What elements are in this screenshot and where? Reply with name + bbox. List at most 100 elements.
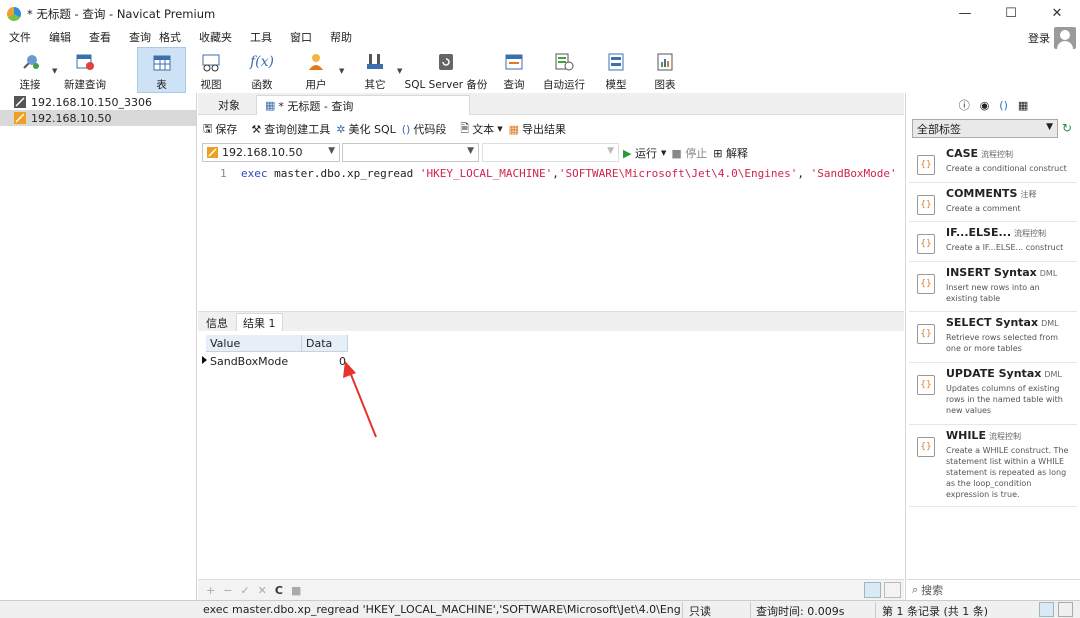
snippet-icon: {} xyxy=(917,195,935,215)
grid-icon[interactable]: ▦ xyxy=(1018,99,1028,112)
eye-icon[interactable]: ◉ xyxy=(980,99,990,112)
run-button[interactable]: ▶ 运行 xyxy=(623,145,657,161)
add-record-button[interactable]: + xyxy=(206,584,215,597)
menu-tools[interactable]: 工具 xyxy=(241,29,281,45)
editor-tabs: 对象 ▦ * 无标题 - 查询 xyxy=(198,93,904,115)
function-icon: f(x) xyxy=(250,54,275,70)
beautify-sql-button[interactable]: ✲ 美化 SQL xyxy=(336,121,395,137)
database-select[interactable]: ▼ xyxy=(342,143,479,162)
explain-button[interactable]: ⊞ 解释 xyxy=(713,145,748,161)
view-button[interactable]: 视图 xyxy=(192,47,230,93)
connect-button[interactable]: 连接 xyxy=(8,47,52,93)
snippet-update[interactable]: {} UPDATE Syntax DML Updates columns of e… xyxy=(909,363,1077,425)
chart-icon xyxy=(654,51,676,73)
snippet-panel: ⓘ ◉ () ▦ 全部标签 ▼ ↻ {} CASE 流程控制 Create a c… xyxy=(905,93,1080,600)
automation-button[interactable]: 自动运行 xyxy=(541,47,587,93)
stop-loading-button[interactable]: ■ xyxy=(291,584,301,597)
server-disconnected-icon xyxy=(14,96,26,108)
tab-query[interactable]: ▦ * 无标题 - 查询 xyxy=(256,95,470,115)
cell-data[interactable]: 0 xyxy=(302,352,348,370)
query-toolbar: 🖫 保存 ⚒ 查询创建工具 ✲ 美化 SQL () 代码段 🗎 文本 ▼ ▦ 导出结果 xyxy=(198,118,904,140)
grid-view-icon[interactable] xyxy=(864,582,881,598)
connection-item[interactable]: 192.168.10.150_3306 xyxy=(0,94,196,110)
model-icon xyxy=(605,51,627,73)
maximize-button[interactable]: ☐ xyxy=(988,0,1034,27)
table-icon xyxy=(151,52,173,73)
cell-value[interactable]: SandBoxMode xyxy=(206,352,302,370)
snippet-select[interactable]: {} SELECT Syntax DML Retrieve rows select… xyxy=(909,312,1077,363)
snippet-while[interactable]: {} WHILE 流程控制 Create a WHILE construct. T… xyxy=(909,425,1077,507)
column-header-data[interactable]: Data xyxy=(302,335,348,352)
menu-favorites[interactable]: 收藏夹 xyxy=(190,29,241,45)
menu-edit[interactable]: 编辑 xyxy=(40,29,80,45)
braces-icon[interactable]: () xyxy=(999,99,1008,112)
connect-dropdown-icon[interactable]: ▼ xyxy=(52,67,57,75)
result-tabs: 信息 结果 1 xyxy=(198,311,904,332)
connection-item-selected[interactable]: 192.168.10.50 xyxy=(0,110,196,126)
discard-changes-button[interactable]: ✕ xyxy=(258,584,267,597)
other-dropdown-icon[interactable]: ▼ xyxy=(397,67,402,75)
query-button[interactable]: 查询 xyxy=(494,47,534,93)
refresh-icon[interactable]: ↻ xyxy=(1062,121,1072,135)
user-button[interactable]: 用户 xyxy=(297,47,335,93)
status-sql: exec master.dbo.xp_regread 'HKEY_LOCAL_M… xyxy=(203,603,681,616)
sql-server-backup-button[interactable]: SQL Server 备份 xyxy=(404,47,488,93)
save-icon: 🖫 xyxy=(203,121,213,135)
connection-select[interactable]: 192.168.10.50 ▼ xyxy=(202,143,340,162)
tab-result-1[interactable]: 结果 1 xyxy=(236,313,283,332)
close-button[interactable]: ✕ xyxy=(1034,0,1080,27)
menu-format[interactable]: 格式 xyxy=(155,29,190,45)
panel-left-icon[interactable] xyxy=(1039,602,1054,617)
status-query-time: 查询时间: 0.009s xyxy=(756,605,845,618)
sql-server-icon xyxy=(207,147,218,158)
model-button[interactable]: 模型 xyxy=(597,47,635,93)
new-query-icon xyxy=(74,51,96,73)
save-button[interactable]: 🖫 保存 xyxy=(203,120,237,139)
stop-button[interactable]: ■ 停止 xyxy=(671,145,707,161)
apply-changes-button[interactable]: ✓ xyxy=(240,584,249,597)
table-button[interactable]: 表 xyxy=(137,47,186,93)
chart-button[interactable]: 图表 xyxy=(646,47,684,93)
sql-editor[interactable]: 1 exec master.dbo.xp_regread 'HKEY_LOCAL… xyxy=(198,164,904,310)
panel-right-icon[interactable] xyxy=(1058,602,1073,617)
menu-window[interactable]: 窗口 xyxy=(281,29,321,45)
menu-help[interactable]: 帮助 xyxy=(321,29,361,45)
tab-info[interactable]: 信息 xyxy=(200,313,234,332)
menu-view[interactable]: 查看 xyxy=(80,29,120,45)
minimize-button[interactable]: — xyxy=(942,0,988,27)
line-gutter: 1 xyxy=(198,164,230,310)
chevron-down-icon: ▼ xyxy=(328,146,335,156)
info-icon[interactable]: ⓘ xyxy=(959,97,970,113)
function-button[interactable]: f(x) 函数 xyxy=(243,47,281,93)
export-results-button[interactable]: ▦ 导出结果 xyxy=(509,121,566,137)
braces-icon: () xyxy=(401,122,411,136)
snippet-button[interactable]: () 代码段 xyxy=(402,121,447,137)
menu-query[interactable]: 查询 xyxy=(120,29,155,45)
snippet-comments[interactable]: {} COMMENTS 注释 Create a comment xyxy=(909,183,1077,222)
login-link[interactable]: 登录 xyxy=(1028,30,1050,46)
form-view-icon[interactable] xyxy=(884,582,901,598)
query-builder-button[interactable]: ⚒ 查询创建工具 xyxy=(251,121,330,137)
snippet-insert[interactable]: {} INSERT Syntax DML Insert new rows into… xyxy=(909,262,1077,312)
snippet-search[interactable]: ⌕ 搜索 xyxy=(906,579,1080,600)
user-dropdown-icon[interactable]: ▼ xyxy=(339,67,344,75)
text-button[interactable]: 🗎 文本 ▼ xyxy=(460,120,502,139)
query-icon xyxy=(503,51,525,73)
snippet-if-else[interactable]: {} IF...ELSE... 流程控制 Create a IF...ELSE..… xyxy=(909,222,1077,262)
text-dropdown-icon: ▼ xyxy=(497,125,503,133)
refresh-button[interactable]: C xyxy=(275,584,283,597)
other-button[interactable]: 其它 xyxy=(356,47,394,93)
avatar[interactable] xyxy=(1054,27,1076,49)
run-dropdown-icon[interactable]: ▼ xyxy=(661,149,666,157)
connection-tree: 192.168.10.150_3306 192.168.10.50 xyxy=(0,93,197,600)
tab-objects[interactable]: 对象 xyxy=(210,95,248,115)
snippet-case[interactable]: {} CASE 流程控制 Create a conditional constru… xyxy=(909,143,1077,183)
menu-file[interactable]: 文件 xyxy=(0,29,40,45)
column-header-value[interactable]: Value xyxy=(206,335,302,352)
tag-filter-select[interactable]: 全部标签 ▼ xyxy=(912,119,1058,138)
delete-record-button[interactable]: − xyxy=(223,584,232,597)
beautify-icon: ✲ xyxy=(336,122,346,136)
new-query-button[interactable]: 新建查询 xyxy=(60,47,110,93)
schema-select[interactable]: ▼ xyxy=(482,143,619,162)
snippet-icon: {} xyxy=(917,155,935,175)
